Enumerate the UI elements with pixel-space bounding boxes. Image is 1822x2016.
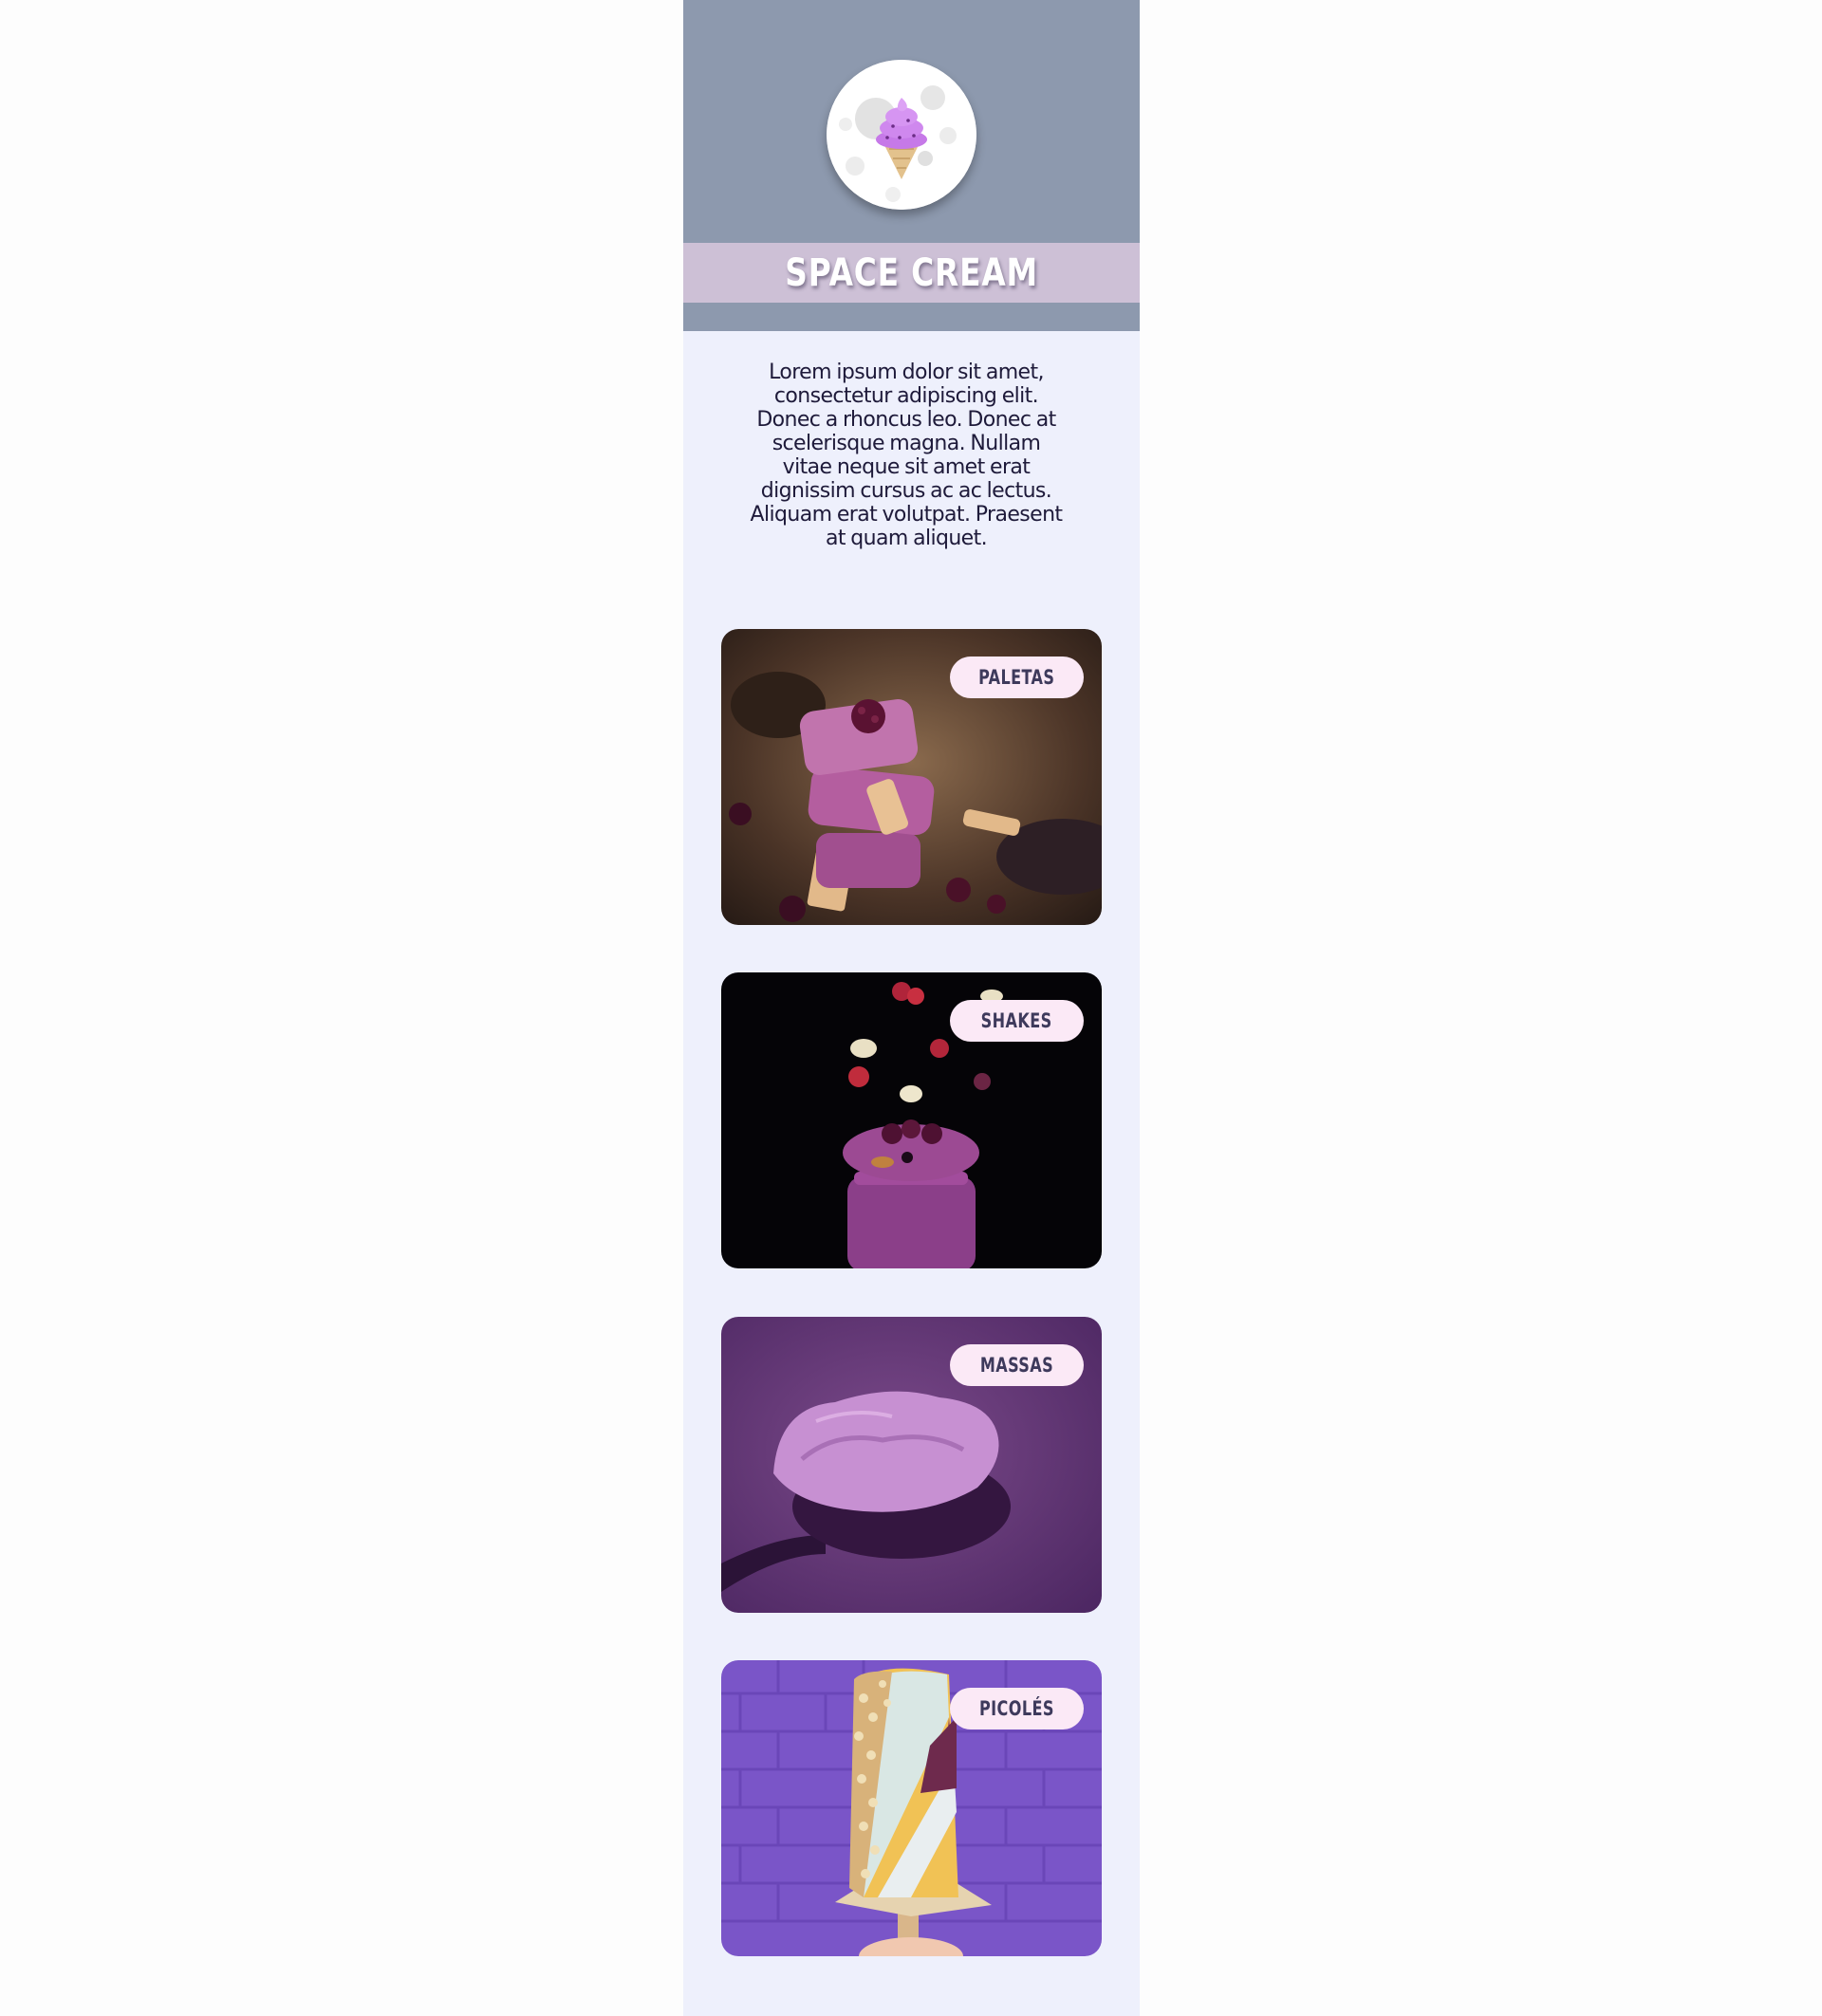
category-badge[interactable]: MASSAS	[950, 1344, 1084, 1386]
logo[interactable]	[827, 60, 976, 210]
category-card-massas[interactable]: MASSAS	[721, 1317, 1102, 1613]
site-title: SPACE CREAM	[785, 250, 1038, 295]
site-header: SPACE CREAM	[683, 0, 1140, 331]
category-card-paletas[interactable]: PALETAS	[721, 629, 1102, 925]
category-card-picoles[interactable]: PICOLÉS	[721, 1660, 1102, 1956]
content-column: SPACE CREAM Lorem ipsum dolor sit amet, …	[683, 0, 1140, 2016]
title-band: SPACE CREAM	[683, 243, 1140, 303]
category-badge[interactable]: SHAKES	[950, 1000, 1084, 1042]
category-badge[interactable]: PICOLÉS	[950, 1688, 1084, 1729]
category-badge[interactable]: PALETAS	[950, 657, 1084, 698]
category-card-shakes[interactable]: SHAKES	[721, 972, 1102, 1268]
intro-paragraph: Lorem ipsum dolor sit amet, consectetur …	[750, 361, 1064, 550]
ice-cream-cone-icon	[827, 60, 976, 210]
